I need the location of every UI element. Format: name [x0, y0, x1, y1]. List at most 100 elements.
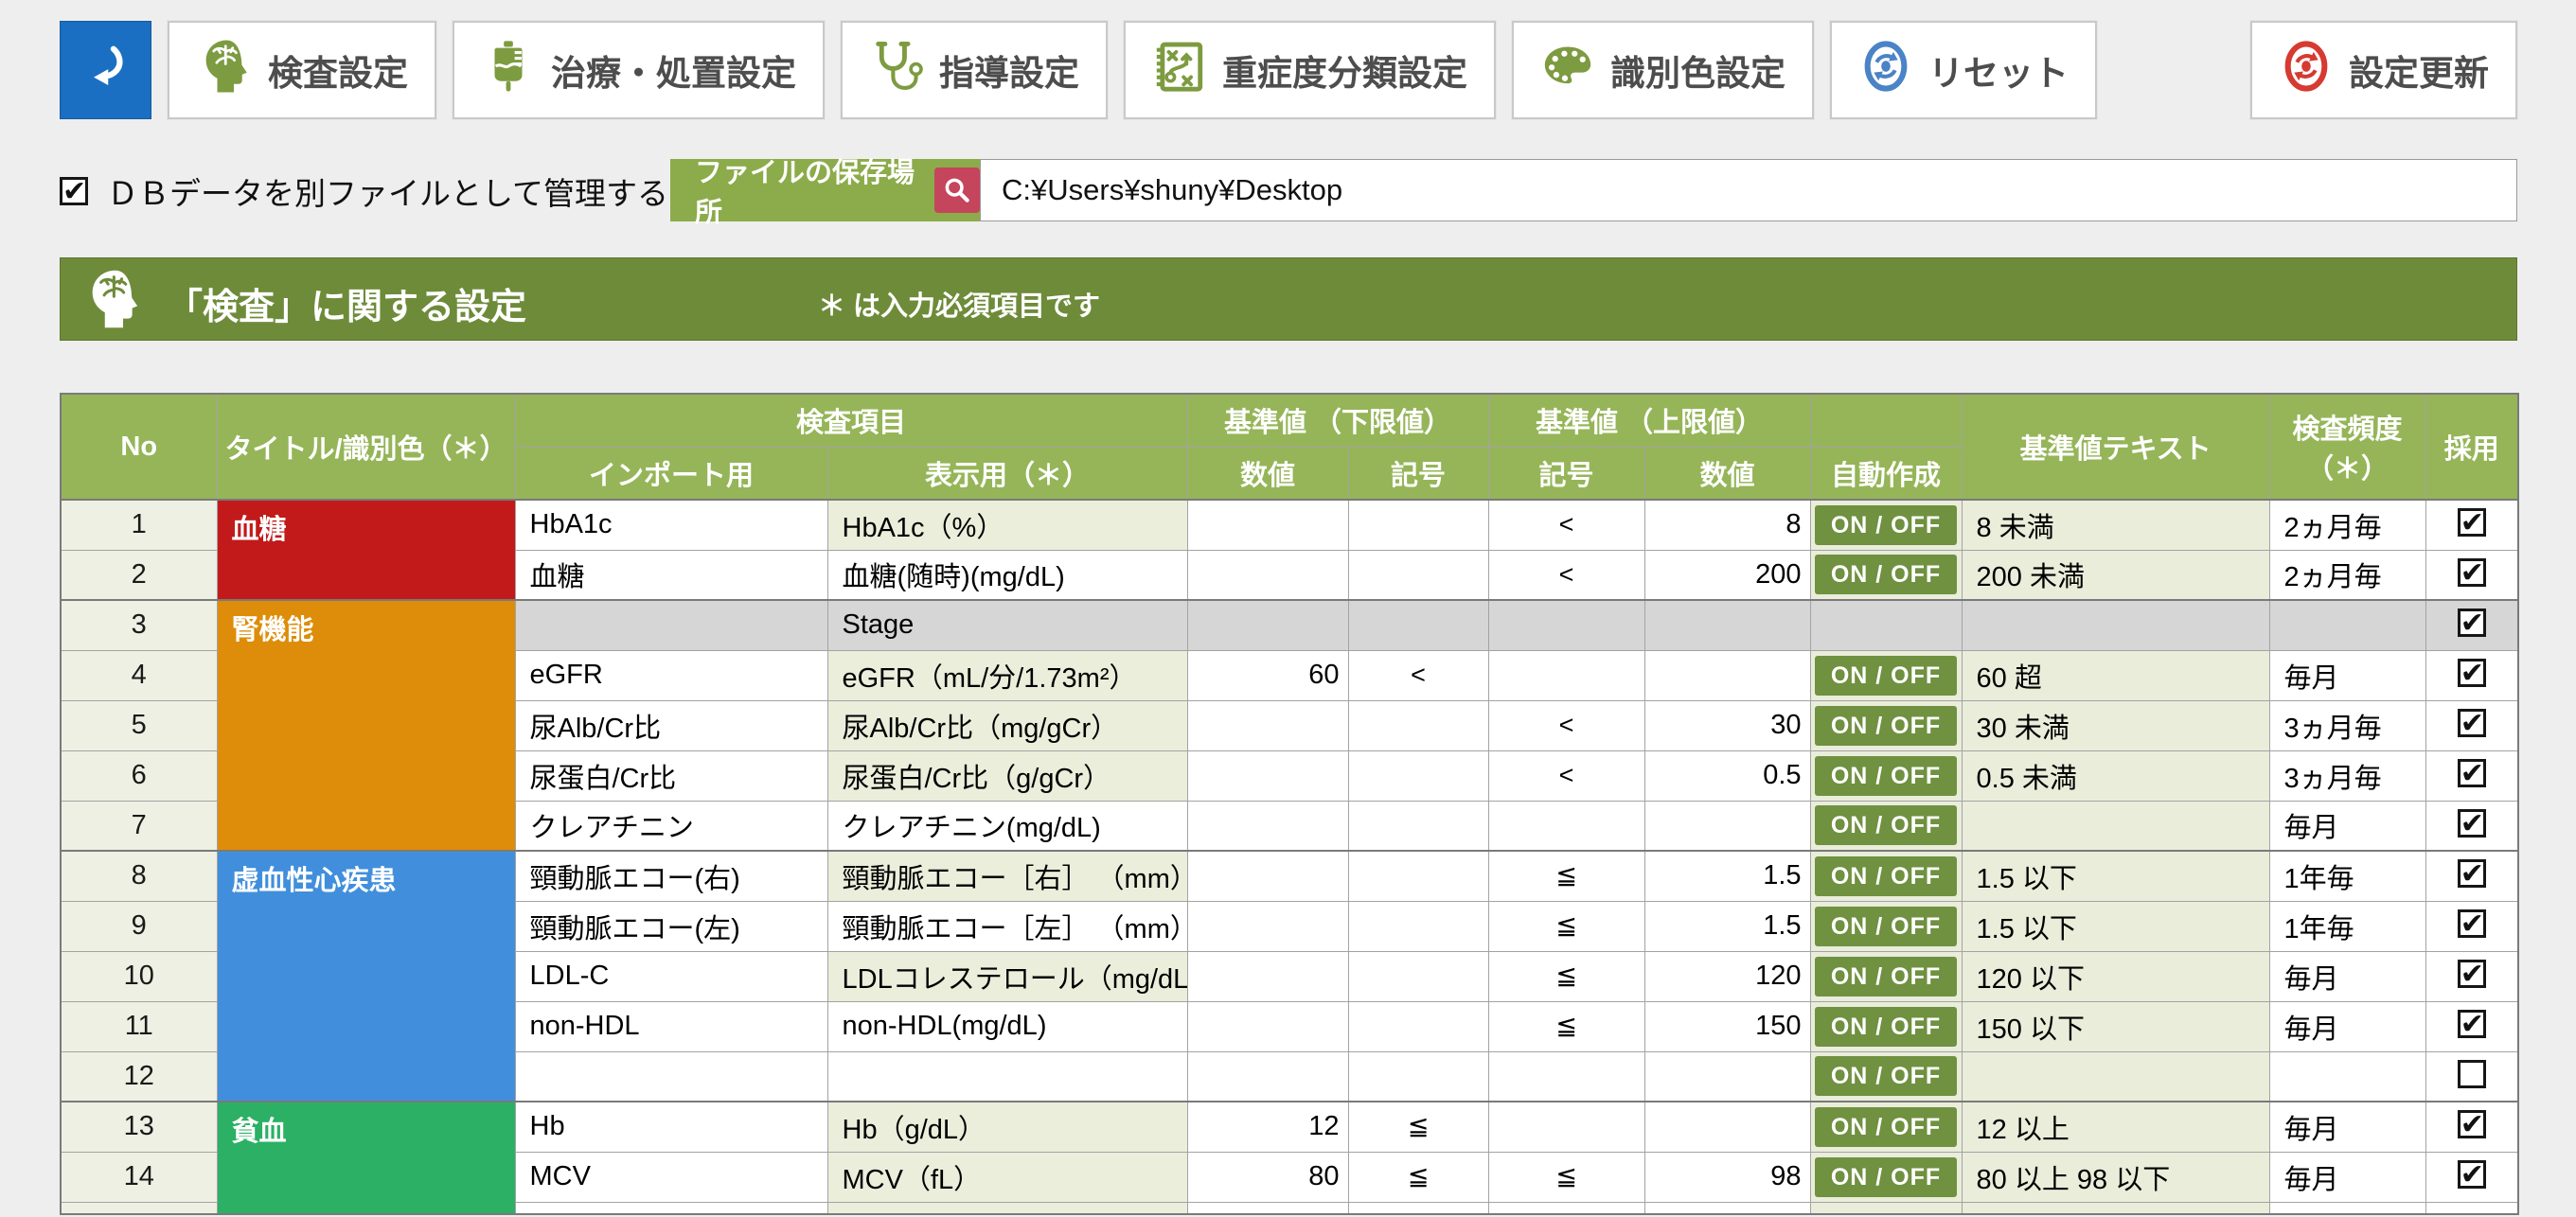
adopt-checkbox[interactable]: ✔ [2458, 558, 2486, 587]
auto-create-toggle[interactable]: ON / OFF [1815, 1107, 1957, 1147]
auto-create-toggle[interactable]: ON / OFF [1815, 656, 1957, 696]
upper-value-cell[interactable]: 150 [1644, 1001, 1810, 1051]
upper-value-cell[interactable]: 1.5 [1644, 901, 1810, 951]
lower-value-cell[interactable] [1187, 1001, 1348, 1051]
auto-create-toggle[interactable]: ON / OFF [1815, 1007, 1957, 1047]
upper-value-cell[interactable] [1644, 650, 1810, 700]
adopt-checkbox[interactable]: ✔ [2458, 859, 2486, 888]
frequency-cell[interactable]: 毎月 [2269, 801, 2425, 851]
file-path-input[interactable]: C:¥Users¥shuny¥Desktop [980, 159, 2517, 221]
frequency-cell[interactable]: 毎月 [2269, 1102, 2425, 1152]
display-name-cell[interactable]: non-HDL(mg/dL) [827, 1001, 1187, 1051]
upper-value-cell[interactable]: 98 [1644, 1152, 1810, 1202]
lower-value-cell[interactable] [1187, 901, 1348, 951]
frequency-cell[interactable]: 3ヵ月毎 [2269, 750, 2425, 801]
lower-symbol-cell[interactable]: ≦ [1348, 1152, 1488, 1202]
auto-create-toggle[interactable]: ON / OFF [1815, 1157, 1957, 1197]
display-name-cell[interactable]: クレアチニン(mg/dL) [827, 801, 1187, 851]
upper-symbol-cell[interactable]: ≦ [1488, 1001, 1644, 1051]
toolbar-button-exam-settings[interactable]: 検査設定 [168, 21, 436, 119]
reference-text-cell[interactable]: 1.5 以下 [1962, 901, 2269, 951]
search-icon[interactable] [934, 168, 980, 213]
display-name-cell[interactable]: Hb（g/dL） [827, 1102, 1187, 1152]
import-name-cell[interactable]: 頸動脈エコー(左) [515, 901, 827, 951]
upper-value-cell[interactable]: 30 [1644, 700, 1810, 750]
reference-text-cell[interactable]: 8 未満 [1962, 500, 2269, 550]
lower-symbol-cell[interactable] [1348, 550, 1488, 600]
adopt-checkbox[interactable]: ✔ [2458, 1010, 2486, 1038]
auto-create-toggle[interactable]: ON / OFF [1815, 555, 1957, 594]
upper-symbol-cell[interactable] [1488, 801, 1644, 851]
reference-text-cell[interactable] [1962, 801, 2269, 851]
display-name-cell[interactable]: LDLコレステロール（mg/dL） [827, 951, 1187, 1001]
toolbar-button-color-settings[interactable]: 識別色設定 [1512, 21, 1814, 119]
lower-symbol-cell[interactable] [1348, 1051, 1488, 1102]
lower-value-cell[interactable] [1187, 500, 1348, 550]
import-name-cell[interactable] [515, 1051, 827, 1102]
reference-text-cell[interactable]: 200 未満 [1962, 550, 2269, 600]
category-title-cell[interactable]: 貧血 [217, 1102, 515, 1214]
lower-value-cell[interactable] [1187, 851, 1348, 901]
adopt-checkbox[interactable]: ✔ [2458, 608, 2486, 637]
lower-value-cell[interactable]: 12 [1187, 1102, 1348, 1152]
upper-symbol-cell[interactable] [1488, 1102, 1644, 1152]
display-name-cell[interactable]: 血糖(随時)(mg/dL) [827, 550, 1187, 600]
adopt-checkbox[interactable]: ✔ [2458, 759, 2486, 787]
lower-symbol-cell[interactable] [1348, 750, 1488, 801]
frequency-cell[interactable]: 毎月 [2269, 1001, 2425, 1051]
toolbar-button-guidance-settings[interactable]: 指導設定 [841, 21, 1108, 119]
upper-symbol-cell[interactable] [1488, 650, 1644, 700]
import-name-cell[interactable]: Hb [515, 1102, 827, 1152]
upper-value-cell[interactable]: 200 [1644, 550, 1810, 600]
auto-create-toggle[interactable]: ON / OFF [1815, 706, 1957, 746]
db-file-checkbox[interactable]: ✔ ＤＢデータを別ファイルとして管理する [60, 168, 668, 214]
category-title-cell[interactable]: 血糖 [217, 500, 515, 600]
display-name-cell[interactable] [827, 1051, 1187, 1102]
adopt-checkbox[interactable]: ✔ [2458, 1160, 2486, 1189]
frequency-cell[interactable] [2269, 1051, 2425, 1102]
lower-value-cell[interactable]: 80 [1187, 1152, 1348, 1202]
auto-create-toggle[interactable]: ON / OFF [1815, 505, 1957, 545]
upper-symbol-cell[interactable] [1488, 1051, 1644, 1102]
display-name-cell[interactable]: 尿蛋白/Cr比（g/gCr） [827, 750, 1187, 801]
lower-symbol-cell[interactable] [1348, 851, 1488, 901]
adopt-checkbox[interactable] [2458, 1060, 2486, 1088]
upper-value-cell[interactable] [1644, 1051, 1810, 1102]
import-name-cell[interactable]: 尿蛋白/Cr比 [515, 750, 827, 801]
auto-create-toggle[interactable]: ON / OFF [1815, 907, 1957, 946]
upper-value-cell[interactable]: 1.5 [1644, 851, 1810, 901]
reference-text-cell[interactable]: 12 以上 [1962, 1102, 2269, 1152]
frequency-cell[interactable]: 毎月 [2269, 951, 2425, 1001]
import-name-cell[interactable]: 血糖 [515, 550, 827, 600]
adopt-checkbox[interactable]: ✔ [2458, 809, 2486, 838]
import-name-cell[interactable]: LDL-C [515, 951, 827, 1001]
lower-symbol-cell[interactable] [1348, 951, 1488, 1001]
frequency-cell[interactable]: 3ヵ月毎 [2269, 700, 2425, 750]
auto-create-toggle[interactable]: ON / OFF [1815, 957, 1957, 997]
lower-value-cell[interactable]: 60 [1187, 650, 1348, 700]
toolbar-button-reset[interactable]: リセット [1830, 21, 2097, 119]
db-checkbox-box[interactable]: ✔ [60, 177, 88, 205]
import-name-cell[interactable]: non-HDL [515, 1001, 827, 1051]
frequency-cell[interactable]: 毎月 [2269, 650, 2425, 700]
lower-value-cell[interactable] [1187, 700, 1348, 750]
adopt-checkbox[interactable]: ✔ [2458, 709, 2486, 737]
reference-text-cell[interactable]: 150 以下 [1962, 1001, 2269, 1051]
adopt-checkbox[interactable]: ✔ [2458, 659, 2486, 687]
file-location-button[interactable]: ファイルの保存場所 [670, 159, 980, 221]
import-name-cell[interactable]: eGFR [515, 650, 827, 700]
lower-symbol-cell[interactable] [1348, 801, 1488, 851]
upper-value-cell[interactable] [1644, 1102, 1810, 1152]
auto-create-toggle[interactable]: ON / OFF [1815, 856, 1957, 896]
reference-text-cell[interactable] [1962, 1051, 2269, 1102]
adopt-checkbox[interactable]: ✔ [2458, 909, 2486, 938]
adopt-checkbox[interactable]: ✔ [2458, 1110, 2486, 1138]
reference-text-cell[interactable]: 120 以下 [1962, 951, 2269, 1001]
import-name-cell[interactable]: HbA1c [515, 500, 827, 550]
upper-symbol-cell[interactable]: ≦ [1488, 1152, 1644, 1202]
upper-value-cell[interactable] [1644, 801, 1810, 851]
lower-symbol-cell[interactable]: < [1348, 650, 1488, 700]
frequency-cell[interactable]: 2ヵ月毎 [2269, 550, 2425, 600]
lower-symbol-cell[interactable] [1348, 500, 1488, 550]
upper-value-cell[interactable]: 120 [1644, 951, 1810, 1001]
